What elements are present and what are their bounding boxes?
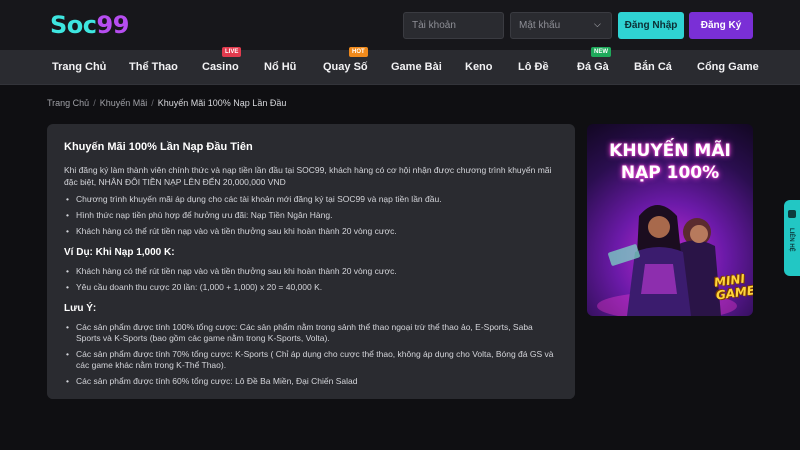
login-button[interactable]: Đăng Nhập <box>618 12 684 39</box>
nav-item-label: Casino <box>202 61 239 73</box>
nav-item-lode[interactable]: Lô Đề <box>518 50 549 85</box>
nav-item-label: Nổ Hũ <box>264 61 297 73</box>
main-nav: Trang Chủ Thể Thao Casino LIVE Nổ Hũ Quay… <box>0 47 800 85</box>
nav-item-casino[interactable]: Casino LIVE <box>202 47 242 85</box>
logo-text-99: 99 <box>96 11 130 39</box>
list-item: Yêu cầu doanh thu cược 20 lần: (1,000 + … <box>64 282 557 293</box>
breadcrumb-separator: / <box>151 98 154 108</box>
content-fade <box>47 389 575 399</box>
note-list: Các sản phẩm được tính 100% tổng cược: C… <box>64 322 557 387</box>
promo-banner[interactable]: KHUYẾN MÃI NẠP 100% MINI GAME <box>587 124 753 316</box>
article-intro: Khi đăng ký làm thành viên chính thức và… <box>64 165 552 187</box>
nav-item-label: Game Bài <box>391 61 442 73</box>
live-badge: LIVE <box>222 47 242 57</box>
nav-item-label: Bắn Cá <box>634 61 672 73</box>
example-list: Khách hàng có thể rút tiền nạp vào và ti… <box>64 266 557 293</box>
contact-tab-label: LIÊN HỆ <box>788 228 794 252</box>
nav-item-game-portal[interactable]: Cổng Game <box>697 50 759 85</box>
logo-text-soc: Soc <box>50 11 97 39</box>
list-item: Khách hàng có thể rút tiền nạp vào và ti… <box>64 266 557 277</box>
note-heading: Lưu Ý: <box>64 303 97 314</box>
list-item: Chương trình khuyến mãi áp dụng cho các … <box>64 194 557 205</box>
list-item: Khách hàng có thể rút tiền nạp vào và ti… <box>64 226 557 237</box>
article-title: Khuyến Mãi 100% Lần Nạp Đầu Tiên <box>64 141 253 153</box>
nav-item-label: Keno <box>465 61 493 73</box>
breadcrumb-home[interactable]: Trang Chủ <box>47 98 89 108</box>
nav-item-label: Thể Thao <box>129 61 178 73</box>
mini-game-logo[interactable]: MINI GAME <box>713 271 753 303</box>
chevron-down-icon[interactable]: ⌵ <box>594 19 604 29</box>
nav-item-label: Trang Chủ <box>52 61 107 73</box>
hot-badge: HOT <box>349 47 368 57</box>
register-button[interactable]: Đăng Ký <box>689 12 753 39</box>
nav-item-label: Đá Gà <box>577 61 609 73</box>
nav-item-label: Quay Số <box>323 61 368 73</box>
username-input[interactable] <box>403 12 504 39</box>
example-heading: Ví Dụ: Khi Nạp 1,000 K: <box>64 247 175 258</box>
nav-item-cockfight[interactable]: Đá Gà NEW <box>577 47 611 85</box>
nav-item-home[interactable]: Trang Chủ <box>52 50 106 85</box>
nav-item-fishing[interactable]: Bắn Cá <box>634 50 672 85</box>
site-logo[interactable]: Soc 99 <box>50 11 129 39</box>
terms-list: Chương trình khuyến mãi áp dụng cho các … <box>64 194 557 237</box>
breadcrumb-separator: / <box>93 98 96 108</box>
nav-item-label: Lô Đề <box>518 61 549 73</box>
nav-item-keno[interactable]: Keno <box>465 50 493 85</box>
breadcrumb-current: Khuyến Mãi 100% Nạp Lần Đầu <box>157 98 287 108</box>
nav-item-sports[interactable]: Thể Thao <box>129 50 178 85</box>
nav-item-slots[interactable]: Nổ Hũ <box>264 50 296 85</box>
breadcrumb: Trang Chủ / Khuyến Mãi / Khuyến Mãi 100% Nạp… <box>47 98 286 108</box>
list-item: Các sản phẩm được tính 70% tổng cược: K-… <box>64 349 557 371</box>
promotion-article[interactable]: Khuyến Mãi 100% Lần Nạp Đầu Tiên Khi đăn… <box>47 124 575 399</box>
nav-item-card-games[interactable]: Game Bài <box>391 50 442 85</box>
nav-item-lottery[interactable]: Quay Số HOT <box>323 47 368 85</box>
android-icon <box>788 210 796 218</box>
list-item: Các sản phẩm được tính 100% tổng cược: C… <box>64 322 557 344</box>
header-bar: Soc99 ⌵ Đăng Nhập Đăng Ký <box>0 0 800 50</box>
new-badge: NEW <box>591 47 611 57</box>
contact-side-tab[interactable]: LIÊN HỆ <box>784 200 800 276</box>
nav-item-label: Cổng Game <box>697 61 759 73</box>
breadcrumb-section[interactable]: Khuyến Mãi <box>100 98 148 108</box>
list-item: Hình thức nạp tiền phù hợp để hưởng ưu đ… <box>64 210 557 221</box>
list-item: Các sản phẩm được tính 60% tổng cược: Lô… <box>64 376 557 387</box>
